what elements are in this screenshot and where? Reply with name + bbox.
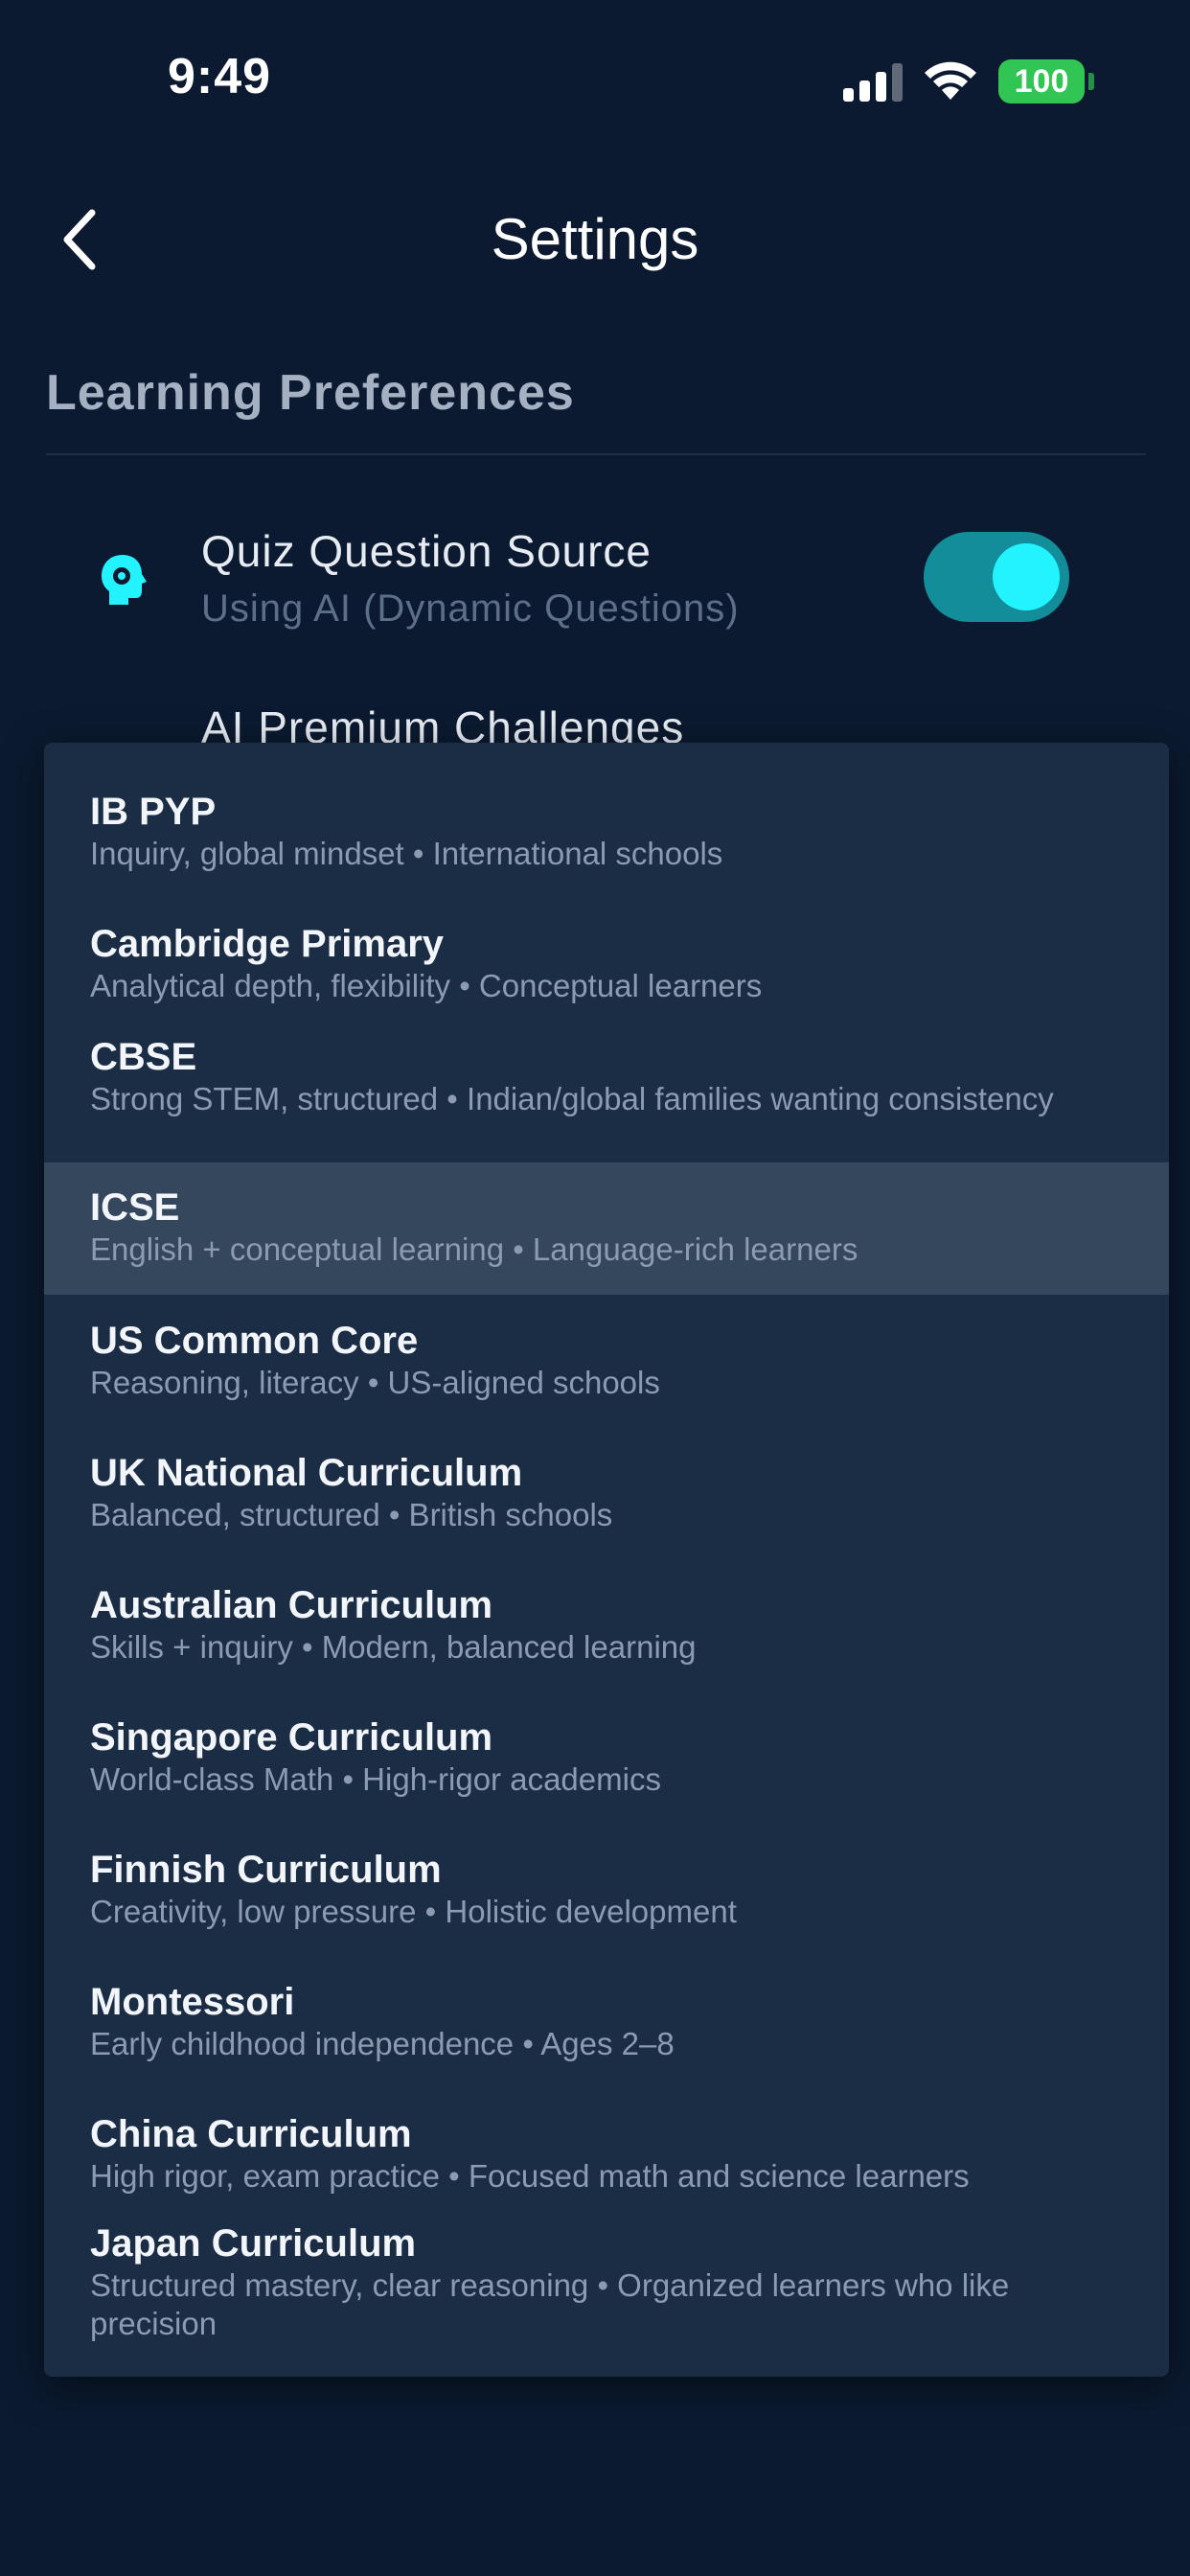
curriculum-option-uk-national[interactable]: UK National Curriculum Balanced, structu… — [44, 1427, 1169, 1559]
quiz-source-subtitle: Using AI (Dynamic Questions) — [201, 587, 740, 630]
option-title: IB PYP — [90, 791, 217, 833]
curriculum-option-montessori[interactable]: Montessori Early childhood independence … — [44, 1956, 1169, 2088]
option-subtitle: Strong STEM, structured • Indian/global … — [90, 1081, 1054, 1116]
battery-cap — [1088, 73, 1094, 90]
option-subtitle: English + conceptual learning • Language… — [90, 1231, 858, 1267]
curriculum-option-ib-pyp[interactable]: IB PYP Inquiry, global mindset • Interna… — [44, 743, 1169, 871]
option-title: ICSE — [90, 1186, 180, 1229]
option-title: US Common Core — [90, 1320, 419, 1362]
quiz-source-row: Quiz Question Source Using AI (Dynamic Q… — [0, 508, 1190, 652]
option-title: Singapore Curriculum — [90, 1716, 493, 1759]
curriculum-option-singapore[interactable]: Singapore Curriculum World-class Math • … — [44, 1691, 1169, 1824]
option-subtitle: Creativity, low pressure • Holistic deve… — [90, 1894, 737, 1929]
quiz-source-toggle[interactable] — [924, 532, 1069, 622]
option-title: Montessori — [90, 1981, 295, 2023]
curriculum-option-cbse[interactable]: CBSE Strong STEM, structured • Indian/gl… — [44, 984, 1169, 1116]
curriculum-option-us-common-core[interactable]: US Common Core Reasoning, literacy • US-… — [44, 1295, 1169, 1427]
curriculum-option-cambridge-primary[interactable]: Cambridge Primary Analytical depth, flex… — [44, 869, 1169, 1003]
option-subtitle: High rigor, exam practice • Focused math… — [90, 2158, 970, 2194]
option-subtitle: Early childhood independence • Ages 2–8 — [90, 2026, 675, 2061]
page-title: Settings — [491, 207, 699, 271]
option-subtitle: Skills + inquiry • Modern, balanced lear… — [90, 1629, 697, 1665]
option-title: China Curriculum — [90, 2113, 412, 2155]
curriculum-option-china[interactable]: China Curriculum High rigor, exam practi… — [44, 2088, 1169, 2203]
curriculum-option-australian[interactable]: Australian Curriculum Skills + inquiry •… — [44, 1559, 1169, 1691]
option-subtitle: Inquiry, global mindset • International … — [90, 836, 723, 871]
status-bar: 9:49 100 — [0, 0, 1190, 144]
ai-head-gear-icon — [102, 555, 147, 605]
curriculum-option-icse[interactable]: ICSE English + conceptual learning • Lan… — [44, 1162, 1169, 1295]
nav-header: Settings — [0, 187, 1190, 292]
toggle-knob — [993, 543, 1060, 610]
curriculum-option-japan[interactable]: Japan Curriculum Structured mastery, cle… — [44, 2203, 1169, 2377]
option-title: Finnish Curriculum — [90, 1849, 442, 1891]
option-title: CBSE — [90, 1036, 197, 1078]
option-subtitle: Structured mastery, clear reasoning • Or… — [90, 2267, 1010, 2341]
section-title: Learning Preferences — [46, 365, 575, 421]
option-title: Australian Curriculum — [90, 1584, 493, 1626]
quiz-source-title: Quiz Question Source — [201, 526, 652, 576]
option-subtitle: Reasoning, literacy • US-aligned schools — [90, 1365, 660, 1400]
option-title: Japan Curriculum — [90, 2222, 417, 2265]
battery-indicator: 100 — [998, 59, 1085, 104]
option-subtitle: World-class Math • High-rigor academics — [90, 1761, 661, 1797]
curriculum-dropdown: IB PYP Inquiry, global mindset • Interna… — [44, 743, 1169, 2377]
wifi-icon — [925, 61, 976, 100]
option-title: UK National Curriculum — [90, 1452, 523, 1494]
option-title: Cambridge Primary — [90, 923, 445, 965]
section-divider — [46, 453, 1146, 455]
option-subtitle: Balanced, structured • British schools — [90, 1497, 613, 1532]
curriculum-option-finnish[interactable]: Finnish Curriculum Creativity, low press… — [44, 1824, 1169, 1956]
status-time: 9:49 — [168, 49, 272, 104]
cellular-signal-icon — [843, 63, 904, 102]
